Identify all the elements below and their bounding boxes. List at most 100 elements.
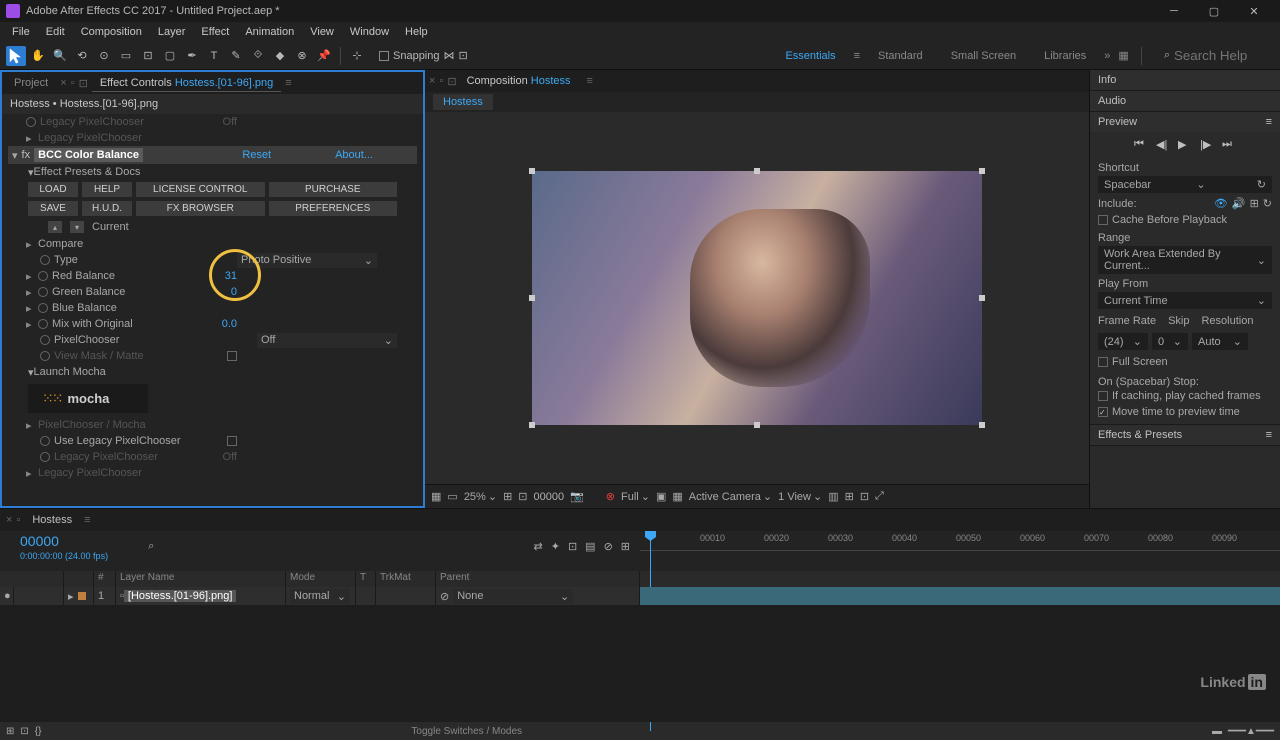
- puppet-tool[interactable]: 📌: [314, 46, 334, 66]
- lock-icon[interactable]: ▫: [439, 75, 443, 87]
- text-tool[interactable]: T: [204, 46, 224, 66]
- layer-name[interactable]: [Hostess.[01-96].png]: [124, 590, 237, 602]
- handle-ml[interactable]: [529, 295, 535, 301]
- workspace-standard[interactable]: Standard: [868, 46, 933, 66]
- workspace-essentials[interactable]: Essentials: [775, 46, 845, 66]
- eraser-tool[interactable]: ◆: [270, 46, 290, 66]
- menu-edit[interactable]: Edit: [38, 24, 73, 40]
- mode-dropdown[interactable]: Normal⌄: [290, 589, 350, 604]
- playfrom-dropdown[interactable]: Current Time⌄: [1098, 292, 1272, 309]
- effect-header[interactable]: ▾ fx BCC Color Balance Reset About...: [8, 146, 417, 164]
- range-dropdown[interactable]: Work Area Extended By Current...⌄: [1098, 246, 1272, 274]
- res-icon[interactable]: ⊞: [503, 490, 512, 503]
- expand-icon[interactable]: ▸: [26, 302, 34, 315]
- preview-panel-header[interactable]: Preview≡: [1090, 112, 1280, 132]
- lock-icon[interactable]: ▫: [71, 77, 75, 89]
- framerate-dropdown[interactable]: (24)⌄: [1098, 333, 1148, 350]
- tl-icon1[interactable]: ⇄: [534, 540, 543, 553]
- minimize-button[interactable]: ─: [1154, 0, 1194, 22]
- layer-track[interactable]: [640, 587, 1280, 605]
- eye-icon[interactable]: ●: [4, 590, 11, 602]
- last-frame-button[interactable]: ⏭: [1222, 138, 1236, 152]
- stopwatch-icon[interactable]: [38, 319, 48, 329]
- tab-effect-controls[interactable]: Effect Controls Hostess.[01-96].png: [92, 75, 281, 92]
- tf-icon2[interactable]: ⊡: [20, 726, 28, 737]
- maximize-button[interactable]: ▢: [1194, 0, 1234, 22]
- zoom-slider[interactable]: ━━━▲━━━: [1228, 726, 1274, 737]
- stopwatch-icon[interactable]: [38, 303, 48, 313]
- handle-br[interactable]: [979, 422, 985, 428]
- handle-bl[interactable]: [529, 422, 535, 428]
- handle-bc[interactable]: [754, 422, 760, 428]
- menu-layer[interactable]: Layer: [150, 24, 194, 40]
- red-balance-value[interactable]: 31: [225, 270, 237, 282]
- handle-tl[interactable]: [529, 168, 535, 174]
- grid-icon[interactable]: ▦: [431, 490, 441, 503]
- timeline-tab[interactable]: Hostess: [24, 512, 80, 528]
- timeline-body[interactable]: [0, 605, 1280, 722]
- monitor-icon[interactable]: ▭: [447, 490, 457, 503]
- menu-effect[interactable]: Effect: [193, 24, 237, 40]
- preferences-button[interactable]: PREFERENCES: [269, 201, 398, 216]
- down-button[interactable]: ▾: [70, 221, 84, 233]
- roto-tool[interactable]: ⊗: [292, 46, 312, 66]
- expand-icon[interactable]: ▸: [68, 590, 74, 603]
- green-balance-value[interactable]: 0: [231, 286, 237, 298]
- mocha-button[interactable]: ⁙⁙ mocha: [28, 384, 148, 413]
- pixelchooser-dropdown[interactable]: Off⌄: [257, 333, 397, 348]
- mix-value[interactable]: 0.0: [222, 318, 237, 330]
- toggle-switches-button[interactable]: Toggle Switches / Modes: [411, 726, 522, 737]
- menu-file[interactable]: File: [4, 24, 38, 40]
- load-button[interactable]: LOAD: [28, 182, 78, 197]
- tab-close-icon[interactable]: ×: [60, 77, 66, 89]
- panel-menu-icon[interactable]: ≡: [1266, 429, 1272, 441]
- pen-tool[interactable]: ✒: [182, 46, 202, 66]
- tab-composition[interactable]: Composition Hostess: [461, 73, 577, 89]
- rotate-tool[interactable]: ⊙: [94, 46, 114, 66]
- resolution-dropdown[interactable]: Full⌄: [621, 490, 650, 503]
- fxbrowser-button[interactable]: FX BROWSER: [136, 201, 265, 216]
- stopwatch-icon[interactable]: [40, 335, 50, 345]
- pickwhip-icon[interactable]: ⊘: [440, 590, 449, 603]
- tab-close-icon[interactable]: ×: [429, 75, 435, 87]
- reset-icon[interactable]: ↻: [1257, 178, 1266, 191]
- reset-button[interactable]: Reset: [242, 149, 271, 161]
- movetime-checkbox[interactable]: [1098, 407, 1108, 417]
- tab-project[interactable]: Project: [6, 75, 56, 91]
- hamburger-icon[interactable]: ≡: [854, 50, 860, 62]
- res-dropdown[interactable]: Auto⌄: [1192, 333, 1248, 350]
- timecode-display[interactable]: 00000: [0, 531, 128, 551]
- zoom-out-icon[interactable]: ▬: [1212, 726, 1222, 737]
- brush-tool[interactable]: ✎: [226, 46, 246, 66]
- panel-menu-icon[interactable]: ≡: [1266, 116, 1272, 128]
- eye-icon[interactable]: 👁: [1214, 197, 1228, 210]
- first-frame-button[interactable]: ⏮: [1134, 138, 1148, 152]
- effects-presets-header[interactable]: Effects & Presets≡: [1090, 425, 1280, 445]
- audio-panel-header[interactable]: Audio: [1090, 91, 1280, 111]
- view-dropdown[interactable]: 1 View⌄: [778, 490, 822, 503]
- expand-icon[interactable]: ▾: [12, 149, 18, 162]
- clone-tool[interactable]: ⟐: [248, 46, 268, 66]
- view-icon3[interactable]: ⊡: [860, 490, 869, 503]
- workspace-grid-icon[interactable]: ▦: [1118, 49, 1128, 62]
- stopwatch-icon[interactable]: [38, 287, 48, 297]
- search-input[interactable]: [1174, 48, 1274, 63]
- search-icon[interactable]: ⌕: [148, 540, 154, 553]
- video-frame[interactable]: [532, 171, 982, 425]
- skip-dropdown[interactable]: 0⌄: [1152, 333, 1188, 350]
- use-legacy-checkbox[interactable]: [227, 436, 237, 446]
- prev-frame-button[interactable]: ◀|: [1156, 138, 1170, 152]
- workspace-more-icon[interactable]: »: [1104, 50, 1110, 62]
- tl-icon2[interactable]: ✦: [551, 540, 560, 553]
- view-icon1[interactable]: ▥: [828, 490, 838, 503]
- stopwatch-icon[interactable]: [38, 271, 48, 281]
- handle-tr[interactable]: [979, 168, 985, 174]
- orbit-tool[interactable]: ⟲: [72, 46, 92, 66]
- tf-icon3[interactable]: {}: [35, 726, 42, 737]
- menu-animation[interactable]: Animation: [237, 24, 302, 40]
- expand-icon[interactable]: ▸: [26, 270, 34, 283]
- stopwatch-icon[interactable]: [40, 255, 50, 265]
- fx-toggle-icon[interactable]: fx: [22, 149, 31, 161]
- snapping-toggle[interactable]: Snapping ⋈ ⊡: [379, 49, 468, 62]
- workspace-libraries[interactable]: Libraries: [1034, 46, 1096, 66]
